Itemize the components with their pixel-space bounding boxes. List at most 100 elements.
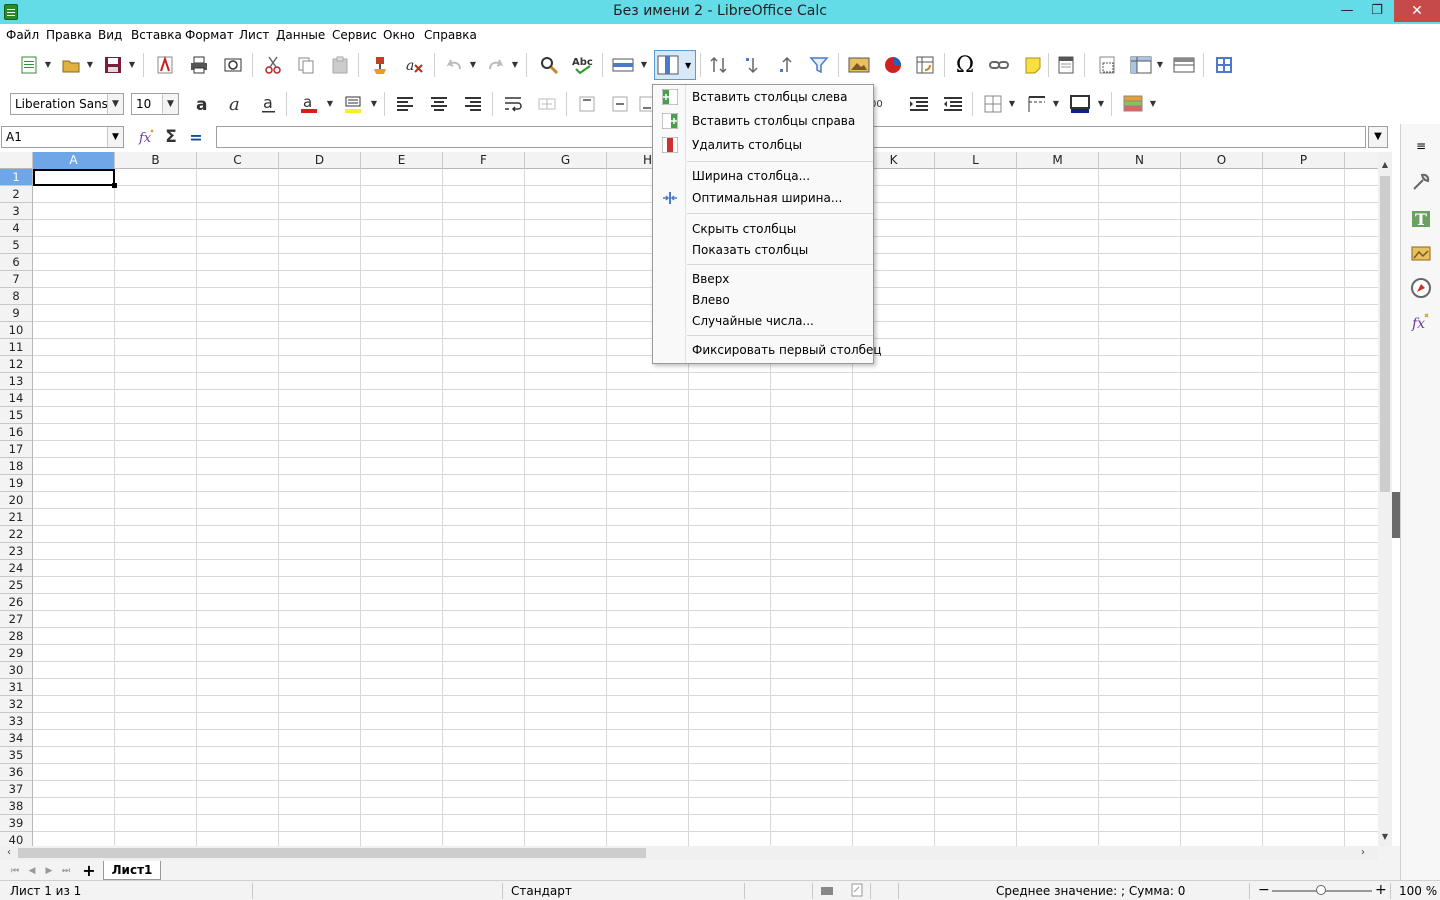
styles-icon[interactable]: T — [1409, 206, 1433, 230]
wrap-text-icon[interactable] — [500, 91, 526, 117]
row-header[interactable]: 12 — [0, 356, 32, 373]
border-style-dropdown-icon[interactable]: ▼ — [1052, 91, 1060, 117]
border-color-icon[interactable] — [1067, 91, 1093, 117]
menu-item-hide-columns[interactable]: Скрыть столбцы — [653, 219, 873, 239]
underline-icon[interactable]: a — [256, 91, 282, 117]
menu-format[interactable]: Формат — [185, 28, 234, 42]
sort-descending-icon[interactable] — [740, 52, 766, 78]
sidebar-menu-icon[interactable]: ≡ — [1409, 134, 1433, 158]
freeze-rows-columns-icon[interactable] — [1128, 52, 1154, 78]
clear-formatting-icon[interactable]: a — [401, 52, 427, 78]
row-header[interactable]: 8 — [0, 288, 32, 305]
formula-icon[interactable]: = — [183, 124, 209, 150]
row-header[interactable]: 14 — [0, 390, 32, 407]
selection-mode-icon[interactable] — [820, 885, 834, 900]
column-header[interactable]: B — [115, 152, 197, 169]
clone-formatting-icon[interactable] — [367, 52, 393, 78]
row-header[interactable]: 3 — [0, 203, 32, 220]
vertical-scroll-thumb[interactable] — [1380, 176, 1390, 492]
menu-item-delete-columns[interactable]: Удалить столбцы — [653, 135, 873, 155]
menu-item-show-columns[interactable]: Показать столбцы — [653, 240, 873, 260]
paste-icon[interactable] — [327, 52, 353, 78]
horizontal-scroll-thumb[interactable] — [18, 848, 646, 858]
row-header[interactable]: 20 — [0, 492, 32, 509]
column-header[interactable]: L — [935, 152, 1017, 169]
font-name-dropdown-icon[interactable]: ▼ — [107, 94, 123, 114]
print-icon[interactable] — [186, 52, 212, 78]
menu-help[interactable]: Справка — [424, 28, 477, 42]
pivot-table-icon[interactable] — [912, 52, 938, 78]
gallery-icon[interactable] — [1409, 240, 1433, 264]
row-header[interactable]: 10 — [0, 322, 32, 339]
scroll-down-icon[interactable]: ▼ — [1378, 830, 1392, 844]
menu-item-up[interactable]: Вверх — [653, 269, 873, 289]
row-header[interactable]: 7 — [0, 271, 32, 288]
row-header[interactable]: 19 — [0, 475, 32, 492]
increase-indent-icon[interactable] — [906, 91, 932, 117]
row-header[interactable]: 40 — [0, 832, 32, 846]
scroll-up-icon[interactable]: ▲ — [1378, 158, 1392, 172]
zoom-out-button[interactable]: − — [1258, 882, 1270, 898]
align-left-icon[interactable] — [392, 91, 418, 117]
row-header[interactable]: 16 — [0, 424, 32, 441]
special-character-icon[interactable]: Ω — [952, 52, 978, 78]
highlight-color-icon[interactable] — [340, 91, 366, 117]
menu-item-optimal-width[interactable]: Оптимальная ширина... — [653, 188, 873, 208]
menu-insert[interactable]: Вставка — [131, 28, 182, 42]
menu-item-freeze-first-column[interactable]: Фиксировать первый столбец — [653, 340, 882, 360]
merge-center-icon[interactable] — [534, 91, 560, 117]
row-icon[interactable] — [610, 52, 636, 78]
column-header[interactable]: A — [33, 152, 115, 169]
column-header[interactable]: F — [443, 152, 525, 169]
row-header[interactable]: 5 — [0, 237, 32, 254]
menu-item-insert-columns-left[interactable]: Вставить столбцы слева — [653, 87, 873, 107]
highlight-color-dropdown-icon[interactable]: ▼ — [370, 91, 378, 117]
bold-icon[interactable]: a — [190, 91, 216, 117]
find-replace-icon[interactable] — [536, 52, 562, 78]
column-header[interactable]: P — [1263, 152, 1345, 169]
row-header[interactable]: 18 — [0, 458, 32, 475]
row-header[interactable]: 17 — [0, 441, 32, 458]
hyperlink-icon[interactable] — [986, 52, 1012, 78]
row-header[interactable]: 11 — [0, 339, 32, 356]
font-color-dropdown-icon[interactable]: ▼ — [326, 91, 334, 117]
export-pdf-icon[interactable] — [152, 52, 178, 78]
function-wizard-icon[interactable]: fx — [134, 124, 160, 150]
open-dropdown-icon[interactable]: ▼ — [86, 52, 94, 78]
row-header[interactable]: 9 — [0, 305, 32, 322]
menu-sheet[interactable]: Лист — [239, 28, 269, 42]
autofilter-icon[interactable] — [806, 52, 832, 78]
borders-dropdown-icon[interactable]: ▼ — [1008, 91, 1016, 117]
zoom-slider-thumb[interactable] — [1316, 885, 1326, 895]
close-button[interactable]: ✕ — [1394, 0, 1440, 22]
column-header[interactable]: D — [279, 152, 361, 169]
row-header[interactable]: 31 — [0, 679, 32, 696]
font-size-combo[interactable]: 10 ▼ — [131, 93, 179, 115]
insert-image-icon[interactable] — [846, 52, 872, 78]
row-header[interactable]: 36 — [0, 764, 32, 781]
row-header[interactable]: 30 — [0, 662, 32, 679]
next-sheet-icon[interactable]: ▶ — [42, 864, 56, 878]
menu-item-column-width[interactable]: Ширина столбца... — [653, 166, 873, 186]
functions-icon[interactable]: fx — [1409, 310, 1433, 334]
previous-sheet-icon[interactable]: ◀ — [25, 864, 39, 878]
undo-dropdown-icon[interactable]: ▼ — [469, 52, 477, 78]
column-button[interactable]: ▼ — [654, 50, 696, 80]
scroll-left-icon[interactable]: ‹ — [2, 846, 16, 860]
headers-footers-icon[interactable] — [1053, 52, 1079, 78]
sort-icon[interactable] — [706, 52, 732, 78]
show-draw-functions-icon[interactable] — [1211, 52, 1237, 78]
row-header[interactable]: 35 — [0, 747, 32, 764]
print-preview-icon[interactable] — [220, 52, 246, 78]
row-header[interactable]: 23 — [0, 543, 32, 560]
row-header[interactable]: 22 — [0, 526, 32, 543]
new-dropdown-icon[interactable]: ▼ — [44, 52, 52, 78]
sidebar-collapse-handle[interactable] — [1392, 492, 1400, 538]
maximize-button[interactable]: ❐ — [1362, 0, 1392, 22]
column-header[interactable]: E — [361, 152, 443, 169]
conditional-format-icon[interactable] — [1120, 91, 1146, 117]
horizontal-scrollbar[interactable]: ‹ › — [0, 846, 1378, 860]
properties-icon[interactable] — [1409, 170, 1433, 194]
row-header[interactable]: 29 — [0, 645, 32, 662]
font-name-combo[interactable]: Liberation Sans ▼ — [10, 93, 124, 115]
